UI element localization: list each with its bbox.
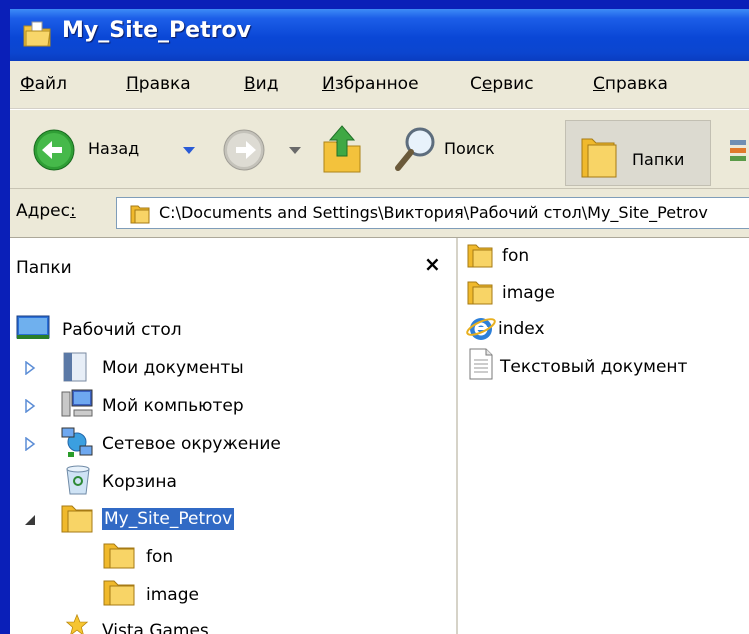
file-list: fon image index Текстовый документ — [458, 238, 749, 634]
folder-icon — [61, 505, 93, 533]
address-input[interactable]: C:\Documents and Settings\Виктория\Рабоч… — [116, 197, 749, 229]
search-icon — [395, 127, 435, 171]
back-label: Назад — [88, 139, 140, 158]
folder-icon — [23, 21, 51, 47]
menu-bar: Файл Правка Вид Избранное Сервис Справка — [10, 61, 749, 109]
folders-pane-title: Папки — [16, 258, 72, 278]
menu-tools[interactable]: Сервис — [470, 74, 534, 94]
desktop-frame: My_Site_Petrov Файл Правка Вид Избранное… — [0, 0, 749, 634]
close-pane-button[interactable]: × — [424, 252, 441, 276]
network-icon — [61, 427, 93, 457]
menu-file[interactable]: Файл — [20, 74, 67, 94]
desktop-icon — [16, 315, 50, 339]
menu-help[interactable]: Справка — [593, 74, 668, 94]
views-icon[interactable] — [724, 138, 749, 168]
folder-icon — [103, 580, 135, 606]
recycle-bin-icon — [66, 465, 90, 495]
folder-icon — [103, 543, 135, 569]
text-document-icon — [469, 348, 493, 380]
search-label: Поиск — [444, 139, 495, 158]
menu-favorites[interactable]: Избранное — [322, 74, 419, 94]
documents-icon — [63, 352, 87, 382]
expand-icon[interactable] — [24, 361, 36, 375]
back-arrow-icon — [33, 129, 75, 171]
back-dropdown-icon[interactable] — [182, 146, 196, 156]
address-label: Адрес: — [16, 201, 76, 221]
folders-label: Папки — [632, 150, 685, 169]
folder-icon — [581, 138, 617, 178]
address-path: C:\Documents and Settings\Виктория\Рабоч… — [159, 203, 708, 222]
title-bar[interactable]: My_Site_Petrov — [10, 9, 749, 61]
expand-icon[interactable] — [24, 437, 36, 451]
window-title: My_Site_Petrov — [62, 18, 251, 43]
toolbar: Назад Поиск Папки — [10, 109, 749, 189]
address-bar: Адрес: C:\Documents and Settings\Виктори… — [10, 189, 749, 238]
computer-icon — [61, 389, 93, 417]
back-button[interactable]: Назад — [32, 128, 182, 172]
folders-button[interactable]: Папки — [565, 120, 711, 186]
search-button[interactable]: Поиск — [394, 124, 554, 176]
star-icon — [65, 614, 89, 634]
forward-dropdown-icon[interactable] — [288, 146, 302, 156]
folders-pane: Папки × Рабочий стол Мои документы Мой к… — [10, 238, 458, 634]
expand-icon[interactable] — [24, 399, 36, 413]
internet-explorer-icon — [466, 318, 496, 340]
folder-icon — [467, 244, 493, 268]
collapse-icon[interactable] — [24, 514, 36, 526]
forward-arrow-icon[interactable] — [222, 128, 266, 172]
menu-view[interactable]: Вид — [244, 74, 278, 94]
folder-icon — [130, 205, 150, 224]
menu-edit[interactable]: Правка — [126, 74, 191, 94]
folder-icon — [467, 281, 493, 305]
explorer-window: My_Site_Petrov Файл Правка Вид Избранное… — [10, 9, 749, 634]
folder-up-icon[interactable] — [320, 124, 364, 176]
